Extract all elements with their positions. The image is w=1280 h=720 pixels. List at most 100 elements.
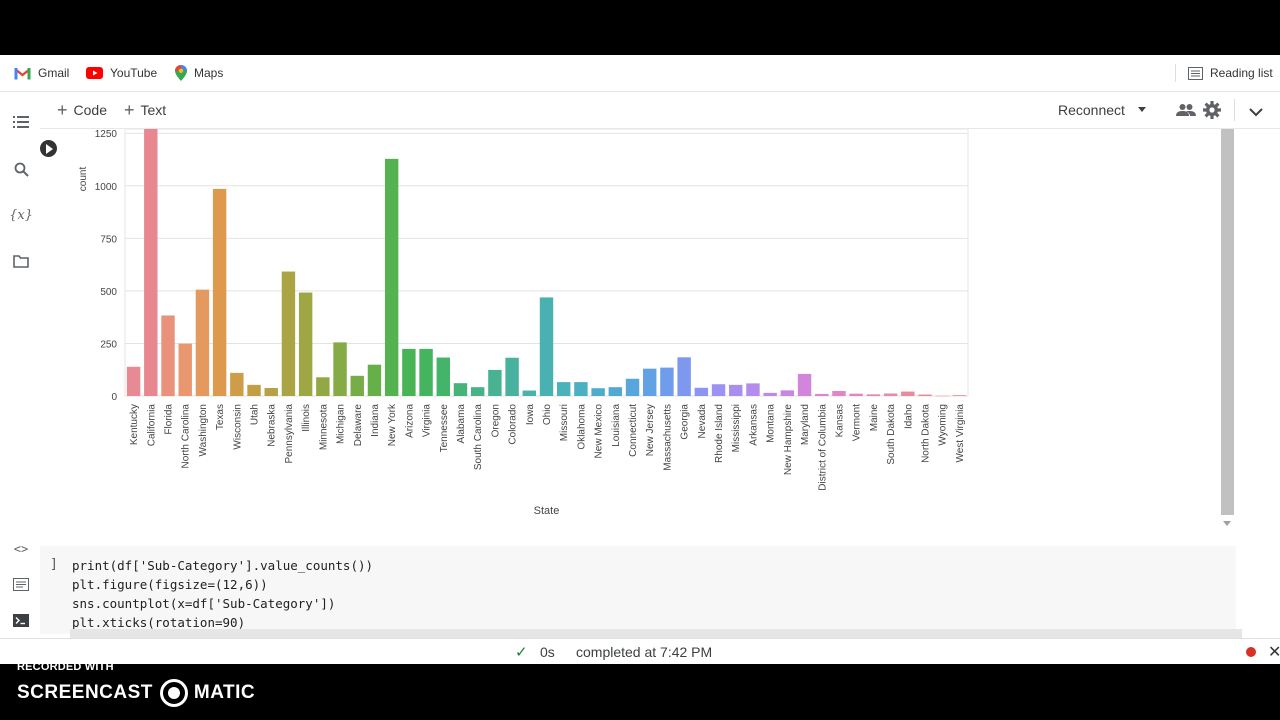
x-tick-label: Kansas (834, 404, 845, 437)
watermark-brand-left: SCREENCAST (17, 682, 153, 703)
reading-list-icon (1188, 66, 1203, 80)
chevron-down-icon[interactable] (1249, 104, 1263, 122)
code-line[interactable]: sns.countplot(x=df['Sub-Category']) (72, 596, 335, 611)
y-tick-label: 1000 (95, 182, 118, 193)
terminal-icon[interactable] (10, 609, 32, 631)
bar (470, 387, 485, 396)
code-line[interactable]: print(df['Sub-Category'].value_counts()) (72, 558, 373, 573)
left-sidebar: {x} <> (0, 92, 40, 664)
bar (316, 377, 330, 396)
code-horizontal-scrollbar[interactable] (70, 629, 1242, 638)
x-tick-label: Colorado (508, 404, 519, 445)
code-line[interactable]: plt.xticks(rotation=90) (72, 615, 245, 630)
x-tick-label: Tennessee (439, 404, 450, 453)
x-tick-label: Oklahoma (576, 404, 587, 450)
code-snippets-icon[interactable]: <> (10, 538, 32, 560)
bar (574, 382, 588, 396)
x-tick-label: Mississippi (731, 404, 742, 452)
bar (333, 342, 347, 396)
x-tick-label: New Jersey (645, 404, 656, 456)
bookmark-maps[interactable]: Maps (175, 55, 223, 91)
bookmark-youtube-label: YouTube (110, 66, 158, 80)
code-line[interactable]: plt.figure(figsize=(12,6)) (72, 577, 268, 592)
bookmark-gmail[interactable]: Gmail (14, 55, 69, 91)
scroll-down-arrow-icon[interactable] (1223, 521, 1231, 526)
x-tick-label: Virginia (422, 404, 433, 438)
reading-list-label: Reading list (1210, 66, 1273, 80)
maps-pin-icon (175, 65, 187, 81)
share-users-icon[interactable] (1176, 103, 1196, 122)
x-tick-label: Alabama (456, 404, 467, 444)
bar (522, 390, 537, 396)
add-text-button[interactable]: + Text (124, 92, 166, 128)
run-cell-button[interactable] (40, 140, 57, 157)
execution-count-bracket: ] (50, 557, 58, 572)
bar (453, 383, 468, 396)
folder-icon[interactable] (10, 250, 32, 272)
x-tick-label: California (146, 404, 157, 447)
y-tick-label: 0 (111, 392, 117, 403)
y-tick-label: 250 (100, 339, 117, 350)
x-tick-label: West Virginia (955, 404, 966, 463)
code-cell[interactable]: ] print(df['Sub-Category'].value_counts(… (40, 546, 1236, 634)
x-tick-label: Maryland (800, 404, 811, 445)
table-of-contents-icon[interactable] (10, 111, 32, 133)
x-tick-label: Oregon (490, 404, 501, 437)
countplot-chart: 0 250 500 750 1000 1250 count Kentucky Californi… (78, 129, 969, 517)
bar (436, 357, 450, 396)
bookmark-gmail-label: Gmail (38, 66, 70, 80)
bar (883, 393, 898, 396)
bookmark-maps-label: Maps (194, 66, 224, 80)
x-axis-label: State (534, 505, 560, 517)
bar (660, 367, 674, 396)
notebook-toolbar: + Code + Text Reconnect (40, 92, 1280, 129)
bar (402, 348, 416, 396)
status-bar: ✓ 0s completed at 7:42 PM ✕ (0, 638, 1280, 664)
runtime-dropdown-icon[interactable] (1138, 107, 1146, 112)
settings-gear-icon[interactable] (1203, 101, 1221, 124)
bar (901, 391, 915, 396)
bar (264, 388, 278, 396)
x-tick-label: Arkansas (748, 404, 759, 446)
add-code-button[interactable]: + Code (57, 92, 107, 128)
reading-list-button[interactable]: Reading list (1188, 55, 1273, 91)
x-tick-label: North Carolina (181, 404, 192, 469)
bar (625, 378, 640, 396)
x-tick-label: Ohio (542, 404, 553, 426)
add-text-label: Text (140, 102, 167, 118)
bar (505, 357, 519, 396)
x-tick-label: New Hampshire (783, 404, 794, 476)
x-tick-label: Kentucky (129, 404, 140, 445)
bar (952, 395, 967, 396)
search-icon[interactable] (10, 158, 32, 180)
bar (763, 392, 777, 396)
command-palette-icon[interactable] (10, 573, 32, 595)
x-tick-label: Nebraska (267, 404, 278, 447)
output-scrollbar-thumb[interactable] (1221, 129, 1234, 515)
cell-output: 0 250 500 750 1000 1250 count Kentucky Californi… (40, 129, 1240, 599)
bar (780, 390, 795, 396)
bar (350, 375, 364, 396)
recording-dot-icon (1246, 647, 1256, 657)
bar (488, 369, 502, 396)
x-tick-label: Rhode Island (714, 404, 725, 463)
bar (419, 348, 433, 396)
bar (677, 357, 691, 396)
bar (694, 387, 709, 396)
bar (247, 384, 261, 396)
check-icon: ✓ (515, 644, 528, 661)
watermark-recorded-with: RECORDED WITH (17, 661, 114, 673)
bar (591, 388, 605, 396)
bookmarks-bar: Gmail YouTube Maps Reading list (0, 55, 1280, 92)
close-icon[interactable]: ✕ (1268, 639, 1280, 664)
reconnect-button[interactable]: Reconnect (1058, 92, 1125, 128)
x-tick-label: South Carolina (473, 404, 484, 471)
watermark-brand-right: MATIC (193, 682, 256, 703)
y-tick-label: 1250 (95, 129, 118, 140)
bar (144, 129, 158, 396)
variables-icon[interactable]: {x} (9, 204, 33, 226)
x-tick-label: Vermont (852, 404, 863, 441)
plus-icon: + (57, 100, 68, 120)
bookmark-youtube[interactable]: YouTube (86, 55, 157, 91)
bar (230, 372, 244, 396)
